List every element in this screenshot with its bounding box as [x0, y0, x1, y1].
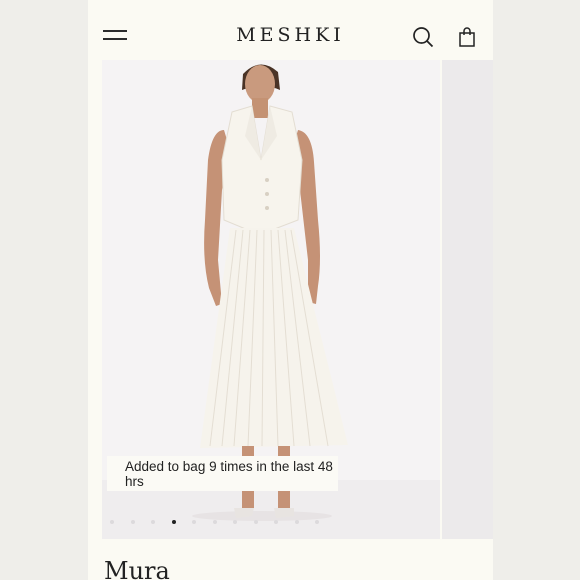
carousel-dot[interactable]	[192, 520, 196, 524]
social-proof-badge: Added to bag 9 times in the last 48 hrs	[107, 456, 338, 491]
carousel-dot[interactable]	[130, 520, 135, 524]
carousel-dot[interactable]	[315, 520, 319, 524]
left-margin	[0, 0, 88, 580]
search-icon[interactable]	[412, 26, 434, 48]
carousel-dot[interactable]	[294, 520, 299, 524]
product-title: Mura	[104, 557, 170, 580]
carousel-dot[interactable]	[151, 520, 155, 524]
carousel-dot[interactable]	[253, 520, 258, 524]
site-header: MESHKI	[88, 0, 493, 60]
next-product-image[interactable]	[440, 60, 493, 539]
carousel-dot[interactable]	[212, 520, 217, 524]
product-image[interactable]: Added to bag 9 times in the last 48 hrs	[102, 60, 440, 539]
product-image-gallery[interactable]: Added to bag 9 times in the last 48 hrs	[102, 60, 493, 539]
carousel-dot[interactable]	[274, 520, 278, 524]
product-info: Mura	[88, 539, 493, 580]
right-margin	[493, 0, 580, 580]
shopping-bag-icon[interactable]	[456, 26, 478, 48]
carousel-dot[interactable]	[233, 520, 237, 524]
carousel-dot[interactable]	[171, 520, 176, 524]
mobile-page: MESHKI Added to bag 9 times in the last …	[88, 0, 493, 580]
carousel-dot[interactable]	[110, 520, 114, 524]
